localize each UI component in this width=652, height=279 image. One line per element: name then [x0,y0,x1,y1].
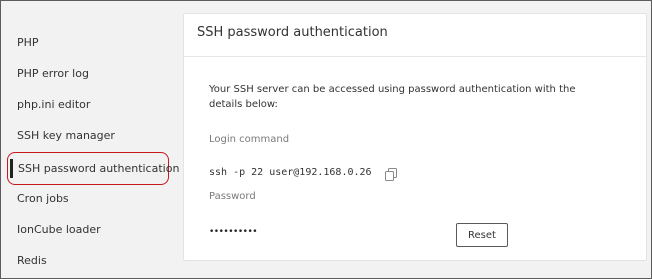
sidebar-item-ssh-key-manager[interactable]: SSH key manager [17,126,115,146]
sidebar-item-redis[interactable]: Redis [17,251,47,271]
copy-icon[interactable] [385,166,397,181]
sidebar: PHP PHP error log php.ini editor SSH key… [1,1,179,278]
panel-description: Your SSH server can be accessed using pa… [209,84,576,110]
login-command-value: ssh -p 22 user@192.168.0.26 [209,167,372,178]
sidebar-item-php-ini-editor[interactable]: php.ini editor [17,95,90,115]
sidebar-item-ioncube-loader[interactable]: IonCube loader [17,220,101,240]
password-label: Password [209,191,256,202]
panel-header: SSH password authentication [184,14,646,57]
sidebar-item-php-error-log[interactable]: PHP error log [17,64,89,84]
sidebar-item-ssh-password-authentication[interactable]: SSH password authentication [7,152,179,185]
app-frame: PHP PHP error log php.ini editor SSH key… [0,0,652,279]
panel-title: SSH password authentication [197,25,388,40]
sidebar-item-php[interactable]: PHP [17,33,39,53]
password-masked-value: •••••••••• [209,227,258,237]
sidebar-item-cron-jobs[interactable]: Cron jobs [17,189,69,209]
ssh-password-panel: SSH password authentication Your SSH ser… [183,13,647,261]
login-command-label: Login command [209,134,290,145]
reset-password-button[interactable]: Reset [456,223,508,247]
